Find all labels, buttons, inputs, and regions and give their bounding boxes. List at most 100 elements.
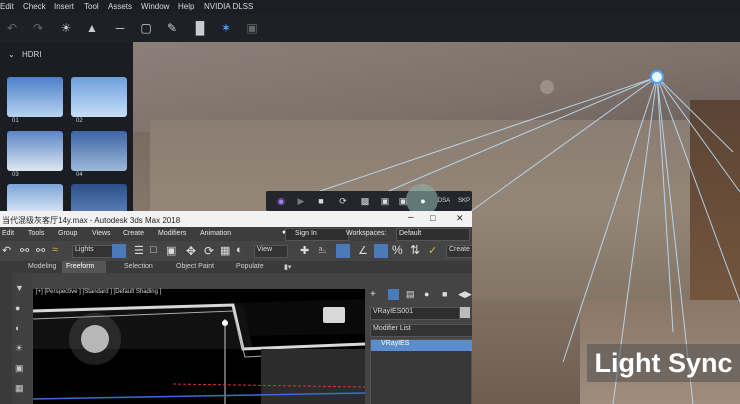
unlink-icon[interactable]: ⚯ (36, 244, 45, 257)
scene-explorer-toolbar: ▼ ● ◐ ☀ ▣ ▦ (12, 273, 32, 404)
modifier-list-dropdown[interactable]: Modifier List (370, 324, 472, 337)
line-light-icon[interactable]: ─ (112, 20, 128, 36)
modify-tab-icon[interactable] (388, 289, 399, 300)
menu-assets[interactable]: Assets (108, 2, 132, 11)
hdri-section-header[interactable]: ⌄ HDRI (8, 50, 42, 59)
max-menu-tools[interactable]: Tools (28, 230, 44, 237)
cameras-icon[interactable]: ▣ (15, 363, 24, 374)
geometry-icon[interactable]: ● (15, 303, 20, 313)
object-name-field[interactable]: VRayIES001 (370, 307, 460, 320)
scale-icon[interactable]: ▦ (220, 244, 230, 257)
thumb-label: 02 (76, 118, 83, 124)
ribbon-tab-modeling[interactable]: Modeling (28, 263, 56, 270)
menu-tool[interactable]: Tool (84, 2, 99, 11)
menu-check[interactable]: Check (23, 2, 46, 11)
snap-toggle-icon[interactable]: ∠ (358, 244, 368, 257)
window-crossing-icon[interactable]: ▣ (166, 244, 176, 257)
named-selection-icon[interactable]: ✓ (428, 244, 437, 257)
undo-icon[interactable]: ↶ (2, 244, 11, 257)
max-menu-modifiers[interactable]: Modifiers (158, 230, 186, 237)
undo-icon[interactable]: ↶ (4, 20, 20, 36)
gizmo-icon[interactable]: ✶ (218, 20, 234, 36)
motion-tab-icon[interactable]: ● (424, 289, 429, 299)
main-toolbar: ↶ ↷ ☀ ▲ ─ ▢ ✎ █ ✶ ▣ (0, 14, 740, 43)
percent-snap-icon[interactable]: % (392, 243, 403, 257)
hdri-thumbnail[interactable] (7, 77, 63, 117)
reference-coord-dropdown[interactable]: View (254, 245, 288, 258)
bind-icon[interactable]: ≈ (52, 244, 58, 256)
display-tab-icon[interactable]: ■ (442, 289, 447, 299)
link-icon[interactable]: ⚯ (20, 244, 29, 257)
viewport-label[interactable]: [+] [Perspective ] [Standard ] [Default … (36, 289, 161, 295)
maximize-icon[interactable]: □ (430, 213, 435, 223)
refresh-icon[interactable]: ⟳ (336, 194, 350, 208)
max-menu-create[interactable]: Create (123, 230, 144, 237)
menu-help[interactable]: Help (178, 2, 194, 11)
ribbon-tab-populate[interactable]: Populate (236, 263, 264, 270)
max-menu-group[interactable]: Group (58, 230, 77, 237)
create-tab-icon[interactable]: + (370, 289, 376, 300)
sun-icon[interactable]: ☀ (58, 20, 74, 36)
light-sync-button[interactable]: ● (416, 194, 430, 208)
create-selection-set[interactable]: Create S (446, 245, 472, 258)
lights-icon[interactable]: ☀ (15, 343, 23, 354)
rect-light-icon[interactable]: ▢ (138, 20, 154, 36)
spinner-snap-icon[interactable]: ⇅ (410, 243, 420, 257)
hierarchy-tab-icon[interactable]: ▤ (406, 289, 415, 300)
camera-off-icon[interactable]: ▣ (378, 194, 392, 208)
menu-edit[interactable]: Edit (0, 2, 14, 11)
max-perspective-viewport[interactable] (33, 289, 365, 404)
thumb-label: 01 (12, 118, 19, 124)
dsa-button[interactable]: DSA (436, 194, 452, 208)
rotate-icon[interactable]: ⟳ (204, 244, 214, 258)
keyboard-shortcut-icon[interactable]: ⎁ (318, 244, 327, 257)
capture-toolbar: ◉ ▶ ■ ⟳ ▩ ▣ ▣ ● DSA SKP (266, 184, 472, 216)
select-icon[interactable] (112, 244, 126, 258)
ribbon-toggle-icon[interactable]: ▮▾ (284, 263, 291, 271)
screen-icon[interactable]: ▣ (244, 20, 260, 36)
viewport-scene (33, 299, 365, 404)
helpers-icon[interactable]: ▦ (15, 383, 24, 394)
menu-window[interactable]: Window (141, 2, 169, 11)
modifier-stack-item[interactable]: VRayIES (371, 340, 472, 351)
sign-in-label: Sign In (295, 230, 317, 237)
selection-filter-dropdown[interactable]: Lights (72, 245, 114, 258)
select-by-name-icon[interactable]: ☰ (134, 244, 144, 257)
stop-icon[interactable]: ■ (314, 194, 328, 208)
eyedropper-icon[interactable]: ✎ (164, 20, 180, 36)
menu-insert[interactable]: Insert (54, 2, 74, 11)
ribbon-tab-selection[interactable]: Selection (124, 263, 153, 270)
video-camera-icon[interactable]: ▩ (358, 194, 372, 208)
close-icon[interactable]: ✕ (456, 213, 464, 224)
cone-light-icon[interactable]: ▲ (84, 20, 100, 36)
max-menu-animation[interactable]: Animation (200, 230, 231, 237)
move-icon[interactable]: ✥ (186, 244, 196, 258)
select-manipulate-icon[interactable]: ✚ (300, 244, 309, 257)
max-window: 当代混级灰客厅14y.max - Autodesk 3ds Max 2018 –… (0, 211, 472, 404)
shapes-icon[interactable]: ◐ (15, 323, 20, 333)
max-ribbon-tabs: Modeling Freeform Selection Object Paint… (0, 261, 472, 273)
angle-snap-icon[interactable] (374, 244, 388, 258)
hdri-thumbnail[interactable] (71, 131, 127, 171)
hdri-thumbnail[interactable] (7, 131, 63, 171)
filter-icon[interactable]: ▼ (15, 283, 24, 293)
ribbon-tab-freeform[interactable]: Freeform (66, 263, 94, 270)
ribbon-tab-object-paint[interactable]: Object Paint (176, 263, 214, 270)
hdri-thumbnail[interactable] (71, 77, 127, 117)
menu-bar: Edit Check Insert Tool Assets Window Hel… (0, 0, 740, 14)
max-menu-edit[interactable]: Edit (2, 230, 14, 237)
paint-roller-icon[interactable]: █ (192, 20, 208, 36)
region-select-icon[interactable]: □ (150, 244, 157, 256)
panel-scroll-icon[interactable]: ◀▶ (458, 289, 472, 300)
object-color-swatch[interactable] (460, 307, 470, 318)
play-icon[interactable]: ▶ (294, 194, 308, 208)
pivot-icon[interactable] (336, 244, 350, 258)
redo-icon[interactable]: ↷ (30, 20, 46, 36)
skp-button[interactable]: SKP (456, 194, 472, 208)
max-menu-views[interactable]: Views (92, 230, 111, 237)
left-ribbon-strip (0, 273, 12, 404)
minimize-icon[interactable]: – (408, 212, 414, 223)
record-icon[interactable]: ◉ (274, 194, 288, 208)
place-icon[interactable]: ◐ (236, 244, 243, 256)
menu-nvidia-dlss[interactable]: NVIDIA DLSS (204, 2, 253, 11)
